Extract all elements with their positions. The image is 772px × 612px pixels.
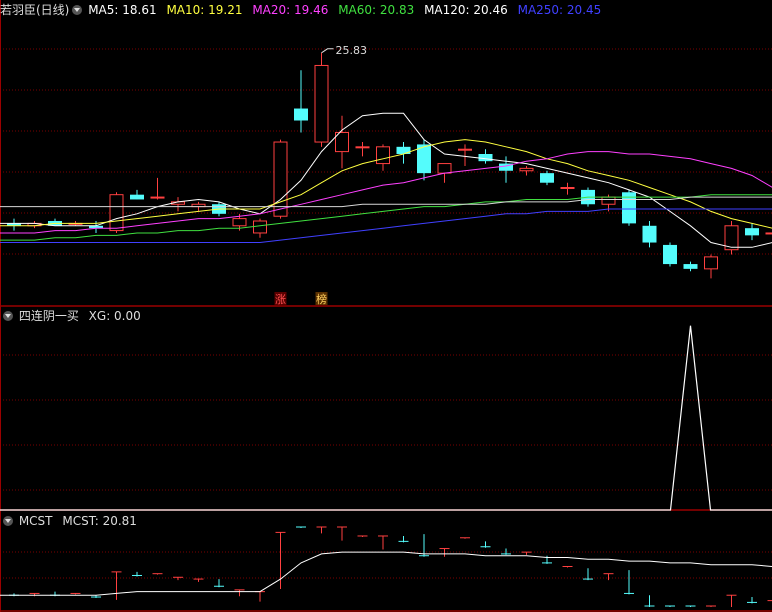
mcst-panel-legend: MCST MCST: 20.81 xyxy=(0,513,143,529)
stock-title: 若羽臣(日线) xyxy=(0,3,70,17)
candle-body xyxy=(642,225,657,243)
peak-label: 25.83 xyxy=(336,44,368,57)
mcst-value-label: MCST: 20.81 xyxy=(62,514,137,528)
ma10-label: MA10: 19.21 xyxy=(166,3,243,17)
candle-body xyxy=(437,163,452,174)
xg-signal-series xyxy=(0,325,772,511)
candle-body xyxy=(355,146,370,149)
candle-body xyxy=(704,256,718,270)
dropdown-icon[interactable] xyxy=(3,311,13,321)
dropdown-icon[interactable] xyxy=(72,5,83,15)
candle-body xyxy=(396,146,411,154)
mcst-series xyxy=(0,526,772,607)
candle-body xyxy=(150,196,165,199)
candle-body xyxy=(663,244,677,265)
candle-body xyxy=(109,194,124,232)
candle-body xyxy=(130,194,144,200)
price-panel-legend: 若羽臣(日线) MA5: 18.61 MA10: 19.21 MA20: 19.… xyxy=(0,2,607,18)
candle-body xyxy=(232,218,247,227)
ma5-label: MA5: 18.61 xyxy=(88,3,157,17)
ma120-label: MA120: 20.46 xyxy=(424,3,508,17)
event-marker: 涨 xyxy=(275,293,286,306)
ma60-label: MA60: 20.83 xyxy=(338,3,415,17)
ma20-label: MA20: 19.46 xyxy=(252,3,329,17)
indicator-title: 四连阴一买 xyxy=(18,309,79,323)
candle-body xyxy=(458,148,472,151)
candle-body xyxy=(478,154,493,162)
event-marker: 榜 xyxy=(316,292,327,306)
candle-body xyxy=(314,64,329,143)
candle-body xyxy=(294,108,308,121)
xg-line xyxy=(0,325,772,511)
mcst-line xyxy=(0,551,772,596)
dropdown-icon[interactable] xyxy=(3,516,13,526)
candle-body xyxy=(273,141,288,217)
candle-body xyxy=(253,220,267,234)
candle-body xyxy=(560,187,575,189)
candle-body xyxy=(601,196,616,205)
candle-body xyxy=(745,228,759,236)
candle-body xyxy=(376,146,390,165)
xg-value-label: XG: 0.00 xyxy=(88,309,141,323)
xg-panel-legend: 四连阴一买 XG: 0.00 xyxy=(0,308,147,324)
indicator-title: MCST xyxy=(18,514,53,528)
candlestick-series xyxy=(7,52,772,279)
candle-body xyxy=(519,167,534,172)
ma250-label: MA250: 20.45 xyxy=(517,3,602,17)
candle-body xyxy=(683,264,698,269)
peak-pointer xyxy=(321,48,334,54)
candle-body xyxy=(765,232,772,235)
candle-body xyxy=(540,173,554,183)
